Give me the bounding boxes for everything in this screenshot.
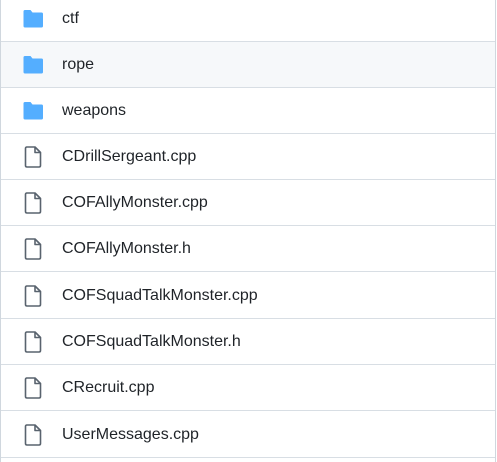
list-item-folder-ctf[interactable]: ctf xyxy=(1,0,495,42)
entry-name[interactable]: COFAllyMonster.h xyxy=(62,240,191,258)
list-item-file[interactable]: CDrillSergeant.cpp xyxy=(1,134,495,180)
list-item-folder-weapons[interactable]: weapons xyxy=(1,88,495,134)
entry-name[interactable]: weapons xyxy=(62,102,126,120)
list-item-file[interactable]: COFAllyMonster.h xyxy=(1,226,495,272)
folder-icon xyxy=(21,53,45,77)
list-item-file[interactable]: COFSquadTalkMonster.h xyxy=(1,319,495,365)
list-item-file[interactable]: COFSquadTalkMonster.cpp xyxy=(1,273,495,319)
file-icon xyxy=(21,376,45,400)
file-icon xyxy=(21,191,45,215)
file-icon xyxy=(21,330,45,354)
folder-icon xyxy=(21,99,45,123)
entry-name[interactable]: CRecruit.cpp xyxy=(62,379,154,397)
file-icon xyxy=(21,145,45,169)
entry-name[interactable]: COFSquadTalkMonster.h xyxy=(62,333,241,351)
entry-name[interactable]: COFSquadTalkMonster.cpp xyxy=(62,287,258,305)
entry-name[interactable]: rope xyxy=(62,56,94,74)
file-icon xyxy=(21,237,45,261)
list-item-file[interactable]: CRecruit.cpp xyxy=(1,365,495,411)
folder-icon xyxy=(21,7,45,31)
file-icon xyxy=(21,423,45,447)
list-item-file[interactable]: UserMessages.cpp xyxy=(1,412,495,458)
file-icon xyxy=(21,284,45,308)
file-list: ctf rope weapons CDrillSergeant.cpp COFA… xyxy=(0,0,496,462)
entry-name[interactable]: UserMessages.cpp xyxy=(62,426,199,444)
list-item-folder-rope[interactable]: rope xyxy=(1,42,495,88)
list-item-file[interactable]: COFAllyMonster.cpp xyxy=(1,180,495,226)
entry-name[interactable]: CDrillSergeant.cpp xyxy=(62,148,196,166)
entry-name[interactable]: COFAllyMonster.cpp xyxy=(62,194,208,212)
entry-name[interactable]: ctf xyxy=(62,10,79,28)
